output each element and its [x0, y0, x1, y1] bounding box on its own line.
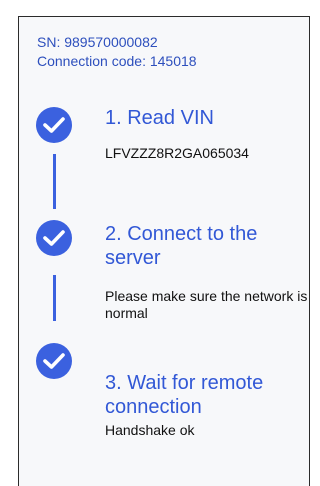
status-panel: SN: 989570000082 Connection code: 145018… [18, 16, 310, 486]
step-connector-1 [53, 154, 56, 209]
step-connector-2 [53, 275, 56, 321]
step-3-check-icon [36, 343, 72, 379]
step-3-title: 3. Wait for remote connection [105, 372, 264, 418]
step-2-title: 2. Connect to the server [105, 223, 258, 269]
device-info: SN: 989570000082 Connection code: 145018 [37, 33, 197, 71]
serial-number: SN: 989570000082 [37, 34, 158, 50]
step-1-description: LFVZZZ8R2GA065034 [105, 145, 249, 161]
step-1-check-icon [36, 107, 72, 143]
connection-code: Connection code: 145018 [37, 53, 197, 69]
step-2-description: Please make sure the network is normal [105, 288, 308, 321]
step-2-check-icon [36, 220, 72, 256]
step-1-title: 1. Read VIN [105, 107, 214, 129]
step-3-description: Handshake ok [105, 422, 195, 438]
